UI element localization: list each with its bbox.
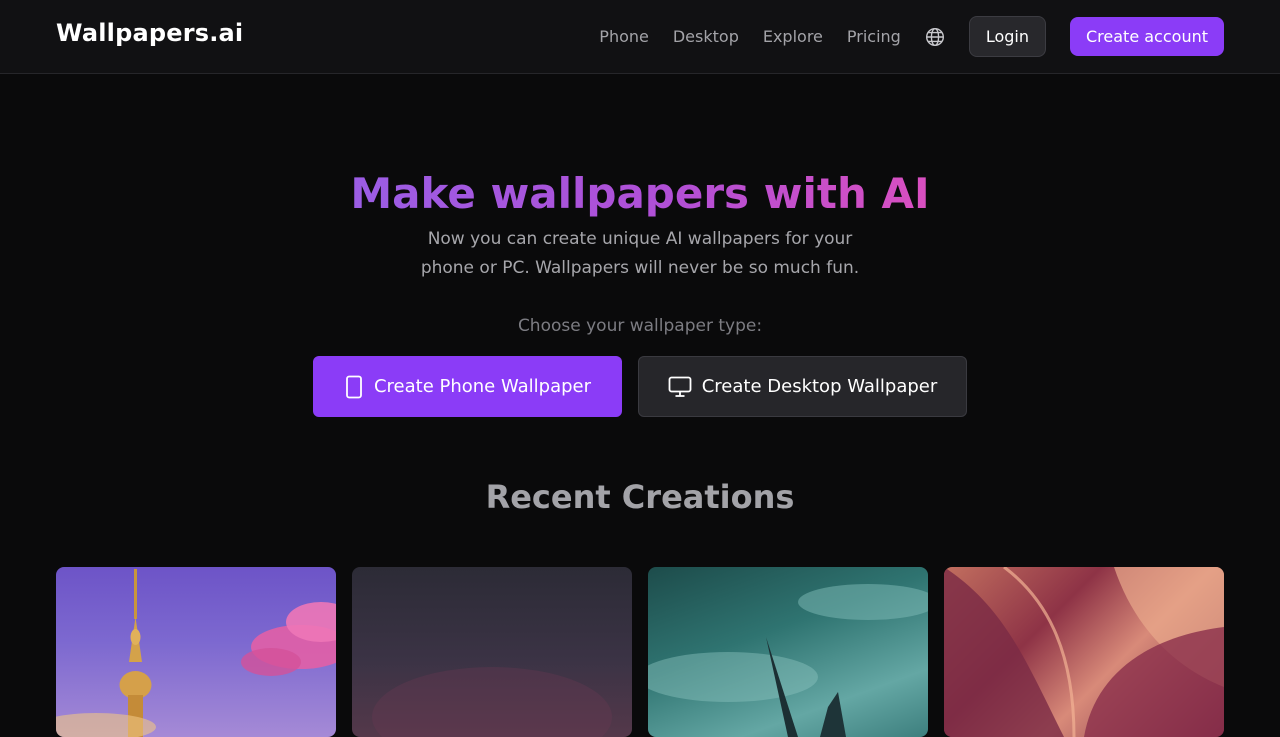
wallpaper-image-crimson-fabric: [944, 567, 1224, 737]
brand-logo[interactable]: Wallpapers.ai: [56, 19, 243, 47]
create-phone-wallpaper-button[interactable]: Create Phone Wallpaper: [313, 356, 622, 417]
top-navbar: Wallpapers.ai Phone Desktop Explore Pric…: [0, 0, 1280, 74]
nav-desktop[interactable]: Desktop: [673, 27, 739, 46]
main-nav: Phone Desktop Explore Pricing Login Crea…: [599, 0, 1224, 73]
wallpaper-image-teal-storm: [648, 584, 928, 737]
recent-creations-gallery: [56, 567, 1224, 737]
login-button[interactable]: Login: [968, 16, 1046, 57]
nav-explore[interactable]: Explore: [763, 27, 823, 46]
create-desktop-wallpaper-label: Create Desktop Wallpaper: [701, 376, 938, 397]
hero-subtitle-line-2: phone or PC. Wallpapers will never be so…: [420, 258, 860, 278]
create-account-button[interactable]: Create account: [1070, 17, 1224, 56]
wallpaper-card[interactable]: [648, 567, 928, 737]
hero-subtitle-line-1: Now you can create unique AI wallpapers …: [427, 229, 853, 249]
hero-title: Make wallpapers with AI: [350, 169, 930, 218]
create-desktop-wallpaper-button[interactable]: Create Desktop Wallpaper: [638, 356, 967, 417]
globe-icon[interactable]: [925, 27, 945, 47]
nav-phone[interactable]: Phone: [599, 27, 649, 46]
wallpaper-card[interactable]: [944, 567, 1224, 737]
create-phone-wallpaper-label: Create Phone Wallpaper: [373, 376, 592, 397]
recent-creations-title: Recent Creations: [485, 478, 795, 516]
hero-subtitle: Now you can create unique AI wallpapers …: [390, 225, 890, 283]
smartphone-icon: [344, 375, 364, 399]
wallpaper-image-purple-haze: [372, 667, 612, 737]
choose-type-label: Choose your wallpaper type:: [517, 316, 763, 336]
wallpaper-card[interactable]: [56, 567, 336, 737]
monitor-icon: [668, 376, 692, 398]
wallpaper-image-golden-spire: [56, 569, 336, 737]
nav-pricing[interactable]: Pricing: [847, 27, 901, 46]
wallpaper-card[interactable]: [352, 567, 632, 737]
